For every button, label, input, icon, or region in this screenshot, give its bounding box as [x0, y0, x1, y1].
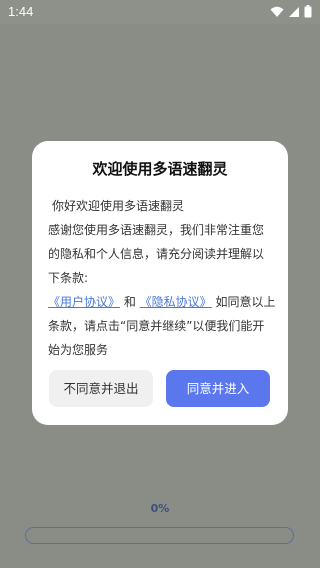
closing-line: 始为您服务: [48, 343, 109, 357]
dialog-body: 你好欢迎使用多语速翻灵 感谢您使用多语速翻灵，我们非常注重您 的隐私和个人信息，…: [48, 194, 276, 362]
progress-bar: [25, 527, 294, 544]
signal-icon: [288, 6, 300, 18]
closing-line: 条款，请点击“同意并继续”以便我们能开: [48, 319, 265, 333]
battery-icon: [304, 5, 312, 18]
status-time: 1:44: [8, 4, 34, 19]
agreement-links-line: 《用户协议》 和 《隐私协议》 如同意以上: [48, 290, 276, 314]
dialog-title: 欢迎使用多语速翻灵: [92, 160, 228, 178]
decline-exit-button[interactable]: 不同意并退出: [49, 370, 153, 407]
paragraph-line: 的隐私和个人信息，请充分阅读并理解以: [48, 247, 265, 261]
status-bar: 1:44: [0, 0, 320, 24]
paragraph-line: 感谢您使用多语速翻灵，我们非常注重您: [48, 223, 265, 237]
wifi-icon: [270, 6, 284, 18]
after-links-text: 如同意以上: [211, 295, 276, 309]
progress-percent: 0%: [150, 502, 170, 515]
accept-enter-button[interactable]: 同意并进入: [166, 370, 270, 407]
status-icons: [270, 5, 312, 18]
paragraph-line: 下条款:: [48, 271, 89, 285]
privacy-dialog: 欢迎使用多语速翻灵 你好欢迎使用多语速翻灵 感谢您使用多语速翻灵，我们非常注重您…: [32, 141, 288, 425]
greeting-text: 你好欢迎使用多语速翻灵: [52, 199, 185, 213]
user-agreement-link[interactable]: 《用户协议》: [48, 295, 120, 309]
and-text: 和: [120, 295, 140, 309]
privacy-policy-link[interactable]: 《隐私协议》: [140, 295, 212, 309]
